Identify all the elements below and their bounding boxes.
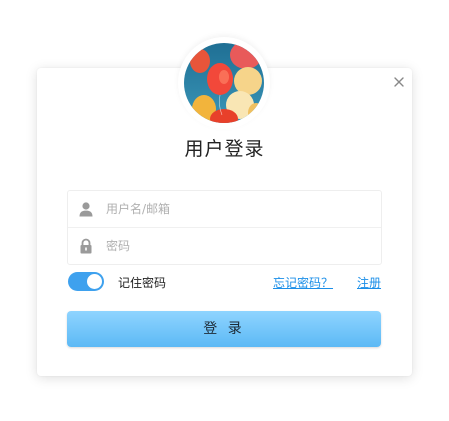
username-input[interactable] <box>106 197 366 221</box>
user-icon <box>78 201 94 217</box>
login-button[interactable]: 登 录 <box>67 311 381 347</box>
avatar <box>184 43 264 123</box>
password-field-row <box>68 228 381 264</box>
login-form <box>67 190 382 265</box>
forgot-password-link[interactable]: 忘记密码？ <box>273 274 333 291</box>
toggle-knob <box>87 274 102 289</box>
close-icon[interactable] <box>391 74 407 90</box>
dialog-title: 用户登录 <box>184 138 265 160</box>
register-link[interactable]: 注册 <box>357 274 381 291</box>
password-input[interactable] <box>106 234 366 258</box>
lock-icon <box>78 238 94 254</box>
username-field-row <box>68 191 381 228</box>
remember-password-toggle[interactable] <box>68 272 104 291</box>
balloons-photo-icon <box>184 43 264 123</box>
remember-password-label: 记住密码 <box>118 276 167 290</box>
